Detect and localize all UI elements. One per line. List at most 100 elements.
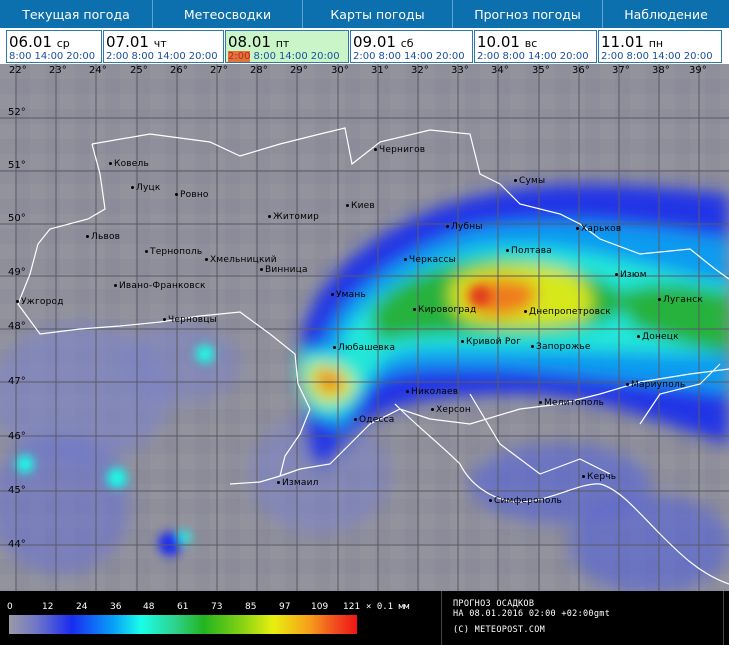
city-label[interactable]: Харьков: [576, 224, 621, 234]
city-label[interactable]: Черкассы: [404, 255, 456, 265]
time-link[interactable]: 14:00: [652, 51, 681, 62]
time-link[interactable]: 8:00: [502, 51, 524, 62]
time-link[interactable]: 14:00: [528, 51, 557, 62]
day-card-active[interactable]: 08.01 пт 2:00 8:00 14:00 20:00: [225, 30, 349, 63]
nav-current-weather[interactable]: Текущая погода: [0, 0, 153, 28]
day-card[interactable]: 10.01 вс 2:00 8:00 14:00 20:00: [474, 30, 597, 63]
day-date: 11.01 пн: [601, 33, 664, 51]
time-link[interactable]: 2:00: [353, 51, 375, 62]
lon-label: 33°: [451, 65, 469, 76]
city-label[interactable]: Ивано-Франковск: [114, 281, 206, 291]
city-label[interactable]: Мелитополь: [539, 398, 604, 408]
lon-label: 23°: [49, 65, 67, 76]
lon-label: 37°: [612, 65, 630, 76]
day-date: 06.01 ср: [9, 33, 70, 51]
day-card[interactable]: 09.01 сб 2:00 8:00 14:00 20:00: [350, 30, 473, 63]
lat-label: 47°: [8, 376, 26, 387]
time-link[interactable]: 8:00: [9, 51, 31, 62]
day-date: 08.01 пт: [228, 33, 290, 51]
city-label[interactable]: Луцк: [131, 183, 160, 193]
time-link-selected[interactable]: 2:00: [228, 51, 251, 62]
city-label[interactable]: Измаил: [277, 478, 319, 488]
lon-label: 22°: [9, 65, 27, 76]
city-label[interactable]: Днепропетровск: [524, 307, 611, 317]
time-link[interactable]: 2:00: [601, 51, 623, 62]
city-label[interactable]: Ровно: [175, 190, 209, 200]
legend-tick: 48: [143, 602, 155, 612]
time-link[interactable]: 14:00: [157, 51, 186, 62]
nav-weather-reports[interactable]: Метеосводки: [153, 0, 303, 28]
time-link[interactable]: 20:00: [66, 51, 95, 62]
time-link[interactable]: 20:00: [311, 51, 340, 62]
lat-label: 51°: [8, 160, 26, 171]
city-label[interactable]: Запорожье: [531, 342, 591, 352]
legend-tick: 36: [110, 602, 122, 612]
city-label[interactable]: Черновцы: [163, 315, 217, 325]
day-card[interactable]: 06.01 ср 8:00 14:00 20:00: [6, 30, 102, 63]
city-label[interactable]: Николаев: [406, 387, 458, 397]
lat-label: 45°: [8, 485, 26, 496]
lon-label: 32°: [411, 65, 429, 76]
legend-tick: 121: [343, 602, 361, 612]
time-link[interactable]: 14:00: [34, 51, 63, 62]
city-label[interactable]: Полтава: [506, 246, 552, 256]
day-card[interactable]: 11.01 пн 2:00 8:00 14:00 20:00: [598, 30, 722, 63]
city-label[interactable]: Винница: [260, 265, 308, 275]
legend-title: ПРОГНОЗ ОСАДКОВ: [453, 599, 535, 609]
precipitation-map[interactable]: 22° 23° 24° 25° 26° 27° 28° 29° 30° 31° …: [0, 64, 729, 591]
day-date: 10.01 вс: [477, 33, 538, 51]
city-label[interactable]: Лубны: [446, 222, 483, 232]
city-label[interactable]: Львов: [86, 232, 120, 242]
city-label[interactable]: Чернигов: [374, 145, 425, 155]
nav-observation[interactable]: Наблюдение: [603, 0, 729, 28]
time-link[interactable]: 2:00: [477, 51, 499, 62]
city-label[interactable]: Хмельницкий: [205, 255, 277, 265]
lon-label: 24°: [89, 65, 107, 76]
legend-tick: 85: [245, 602, 257, 612]
city-label[interactable]: Умань: [331, 290, 366, 300]
city-label[interactable]: Керчь: [582, 472, 616, 482]
time-link[interactable]: 8:00: [626, 51, 648, 62]
legend-unit: × 0.1 мм: [366, 602, 410, 612]
day-date: 09.01 сб: [353, 33, 414, 51]
city-label[interactable]: Мариуполь: [626, 380, 685, 390]
time-link[interactable]: 20:00: [684, 51, 713, 62]
city-label[interactable]: Киев: [346, 201, 375, 211]
city-label[interactable]: Херсон: [431, 405, 471, 415]
city-label[interactable]: Сумы: [514, 176, 545, 186]
city-label[interactable]: Любашевка: [333, 343, 395, 353]
city-label[interactable]: Ковель: [109, 159, 149, 169]
city-label[interactable]: Донецк: [637, 332, 679, 342]
city-label[interactable]: Изюм: [615, 270, 647, 280]
time-link[interactable]: 8:00: [131, 51, 153, 62]
city-label[interactable]: Кировоград: [413, 305, 476, 315]
time-link[interactable]: 20:00: [560, 51, 589, 62]
legend-tick: 0: [7, 602, 13, 612]
lon-label: 30°: [331, 65, 349, 76]
city-label[interactable]: Одесса: [354, 415, 394, 425]
time-link[interactable]: 14:00: [279, 51, 308, 62]
time-link[interactable]: 8:00: [378, 51, 400, 62]
city-label[interactable]: Ужгород: [16, 297, 64, 307]
nav-weather-maps[interactable]: Карты погоды: [303, 0, 453, 28]
legend-date: НА 08.01.2016 02:00 +02:00gmt: [453, 609, 611, 619]
time-link[interactable]: 20:00: [189, 51, 218, 62]
city-label[interactable]: Симферополь: [489, 496, 562, 506]
time-link[interactable]: 8:00: [253, 51, 275, 62]
city-label[interactable]: Луганск: [658, 295, 703, 305]
day-times: 2:00 8:00 14:00 20:00: [106, 51, 221, 62]
time-link[interactable]: 14:00: [404, 51, 433, 62]
time-link[interactable]: 2:00: [106, 51, 128, 62]
lon-label: 31°: [371, 65, 389, 76]
day-date: 07.01 чт: [106, 33, 167, 51]
lon-label: 25°: [130, 65, 148, 76]
time-link[interactable]: 20:00: [436, 51, 465, 62]
lat-label: 50°: [8, 213, 26, 224]
city-label[interactable]: Тернополь: [145, 247, 202, 257]
nav-weather-forecast[interactable]: Прогноз погоды: [453, 0, 603, 28]
legend-copyright[interactable]: (C) METEOPOST.COM: [453, 625, 545, 635]
city-label[interactable]: Кривой Рог: [461, 337, 521, 347]
city-label[interactable]: Житомир: [268, 212, 319, 222]
day-card[interactable]: 07.01 чт 2:00 8:00 14:00 20:00: [103, 30, 224, 63]
lat-label: 44°: [8, 539, 26, 550]
